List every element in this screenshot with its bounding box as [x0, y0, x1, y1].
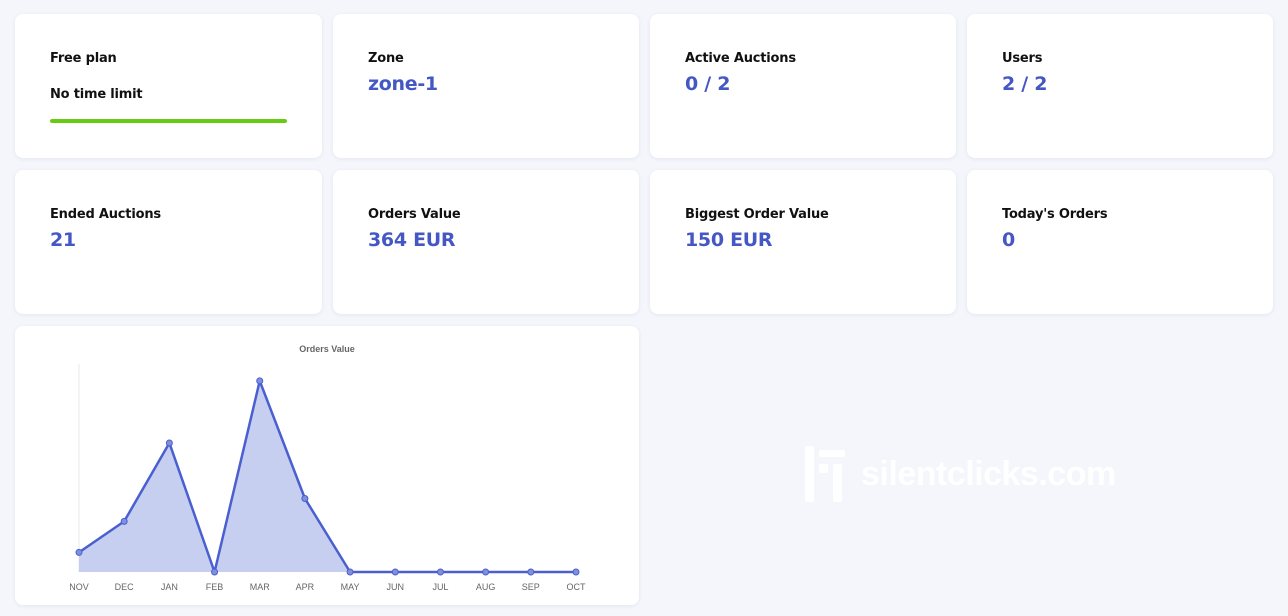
x-tick-label-mar: MAR [250, 582, 271, 592]
x-tick-label-jun: JUN [387, 582, 405, 592]
users-card: Users 2 / 2 [967, 14, 1273, 158]
chart-point-jun[interactable] [391, 568, 399, 576]
ended-auctions-label: Ended Auctions [50, 207, 161, 222]
zone-value: zone-1 [368, 73, 438, 95]
orders-value-chart: Orders Value NOV DEC JAN FEB MAR APR MAY JUN JUL… [69, 344, 586, 592]
plan-title: Free plan [50, 51, 117, 66]
todays-orders-value: 0 [1002, 229, 1015, 251]
plan-progress-bar [50, 119, 287, 123]
chart-point-sep[interactable] [527, 568, 535, 576]
chart-marks [75, 377, 580, 576]
ended-auctions-value: 21 [50, 229, 76, 251]
chart-point-dec[interactable] [120, 517, 128, 525]
x-tick-label-oct: OCT [567, 582, 587, 592]
x-tick-label-sep: SEP [522, 582, 540, 592]
chart-point-nov[interactable] [75, 548, 83, 556]
biggest-order-label: Biggest Order Value [685, 207, 829, 222]
orders-value-card: Orders Value 364 EUR [333, 170, 639, 314]
orders-chart-card: Orders Value NOV DEC JAN FEB MAR APR MAY JUN JUL… [15, 326, 639, 605]
active-auctions-value: 0 / 2 [685, 73, 731, 95]
silentclicks-logo-icon [805, 446, 845, 502]
zone-card: Zone zone-1 [333, 14, 639, 158]
biggest-order-card: Biggest Order Value 150 EUR [650, 170, 956, 314]
active-auctions-card: Active Auctions 0 / 2 [650, 14, 956, 158]
biggest-order-value: 150 EUR [685, 229, 773, 251]
chart-title: Orders Value [299, 344, 355, 354]
todays-orders-card: Today's Orders 0 [967, 170, 1273, 314]
chart-point-feb[interactable] [211, 568, 219, 576]
chart-point-aug[interactable] [482, 568, 490, 576]
plan-card: Free plan No time limit [15, 14, 322, 158]
active-auctions-label: Active Auctions [685, 51, 796, 66]
x-tick-label-aug: AUG [476, 582, 496, 592]
x-tick-label-jul: JUL [432, 582, 448, 592]
x-tick-label-dec: DEC [115, 582, 135, 592]
chart-point-oct[interactable] [572, 568, 580, 576]
chart-point-jul[interactable] [436, 568, 444, 576]
x-tick-label-nov: NOV [69, 582, 89, 592]
ended-auctions-card: Ended Auctions 21 [15, 170, 322, 314]
x-tick-label-jan: JAN [161, 582, 178, 592]
orders-value-label: Orders Value [368, 207, 461, 222]
x-tick-label-may: MAY [341, 582, 360, 592]
users-label: Users [1002, 51, 1043, 66]
chart-point-apr[interactable] [301, 495, 309, 502]
chart-x-ticks: NOV DEC JAN FEB MAR APR MAY JUN JUL AUG SEP OCT [69, 582, 586, 592]
plan-subtitle: No time limit [50, 87, 143, 102]
chart-area-fill [79, 380, 576, 572]
x-tick-label-feb: FEB [206, 582, 224, 592]
watermark-text: silentclicks.com [861, 454, 1116, 493]
chart-point-may[interactable] [346, 568, 354, 576]
orders-value-value: 364 EUR [368, 229, 456, 251]
x-tick-label-apr: APR [296, 582, 315, 592]
todays-orders-label: Today's Orders [1002, 207, 1108, 222]
zone-label: Zone [368, 51, 404, 66]
plan-progress-fill [50, 119, 287, 123]
users-value: 2 / 2 [1002, 73, 1048, 95]
watermark: silentclicks.com [805, 446, 1116, 502]
chart-point-mar[interactable] [256, 377, 264, 385]
chart-point-jan[interactable] [165, 439, 173, 447]
